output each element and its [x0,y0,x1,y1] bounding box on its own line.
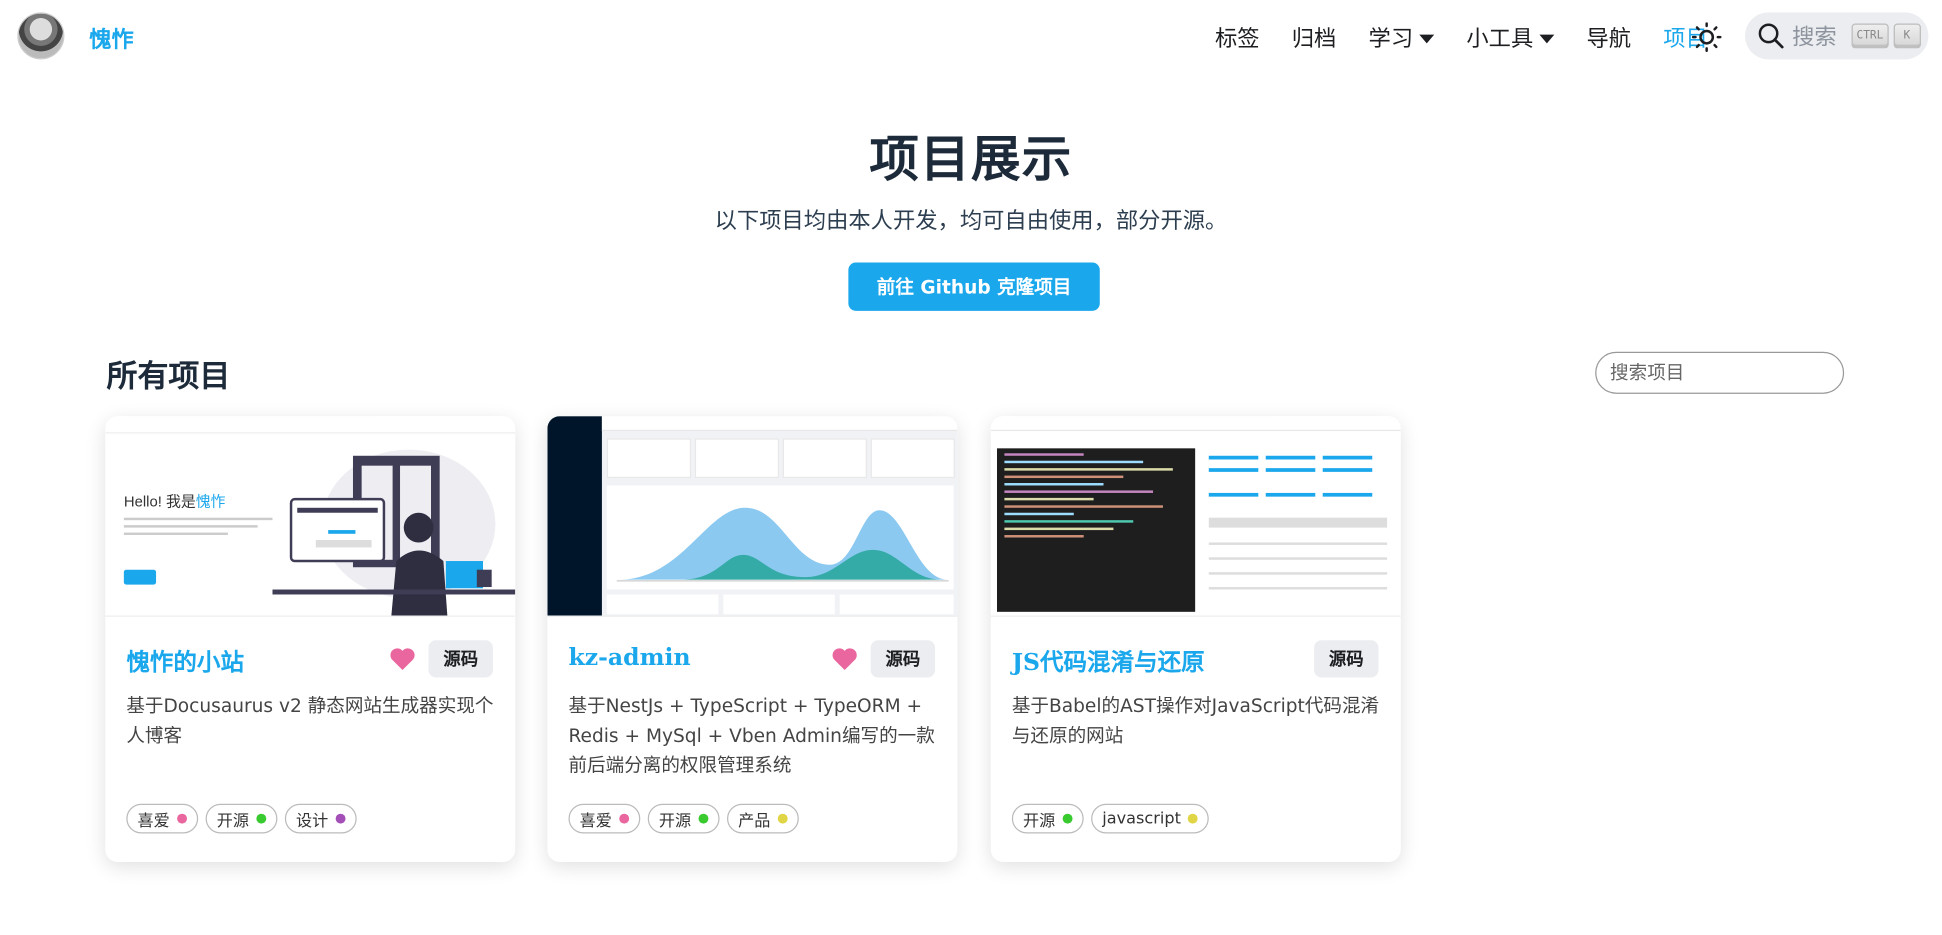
nav-item-study[interactable]: 学习 [1352,21,1450,53]
kbd-ctrl: CTRL [1851,23,1889,49]
project-card: Hello! 我是愧怍 愧怍的小站 源码 基于Docusaurus v2 静态网… [105,416,516,862]
nav-menu: 标签 归档 学习 小工具 导航 项目 [1199,0,1724,74]
source-code-button[interactable]: 源码 [870,640,936,678]
tag[interactable]: 开源 [1011,803,1084,834]
project-description: 基于Docusaurus v2 静态网站生成器实现个人博客 [126,694,494,747]
tag-label: 喜爱 [579,811,612,831]
nav-item-label: 学习 [1368,26,1414,53]
nav-item-label: 归档 [1291,26,1337,53]
preview-options-panel [1204,448,1392,611]
tag[interactable]: 设计 [284,803,357,834]
tag[interactable]: 喜爱 [126,803,199,834]
tag-dot [335,813,346,824]
preview-text-lines [123,517,273,540]
nav-item-tools[interactable]: 小工具 [1450,21,1570,53]
search-placeholder: 搜索 [1792,24,1837,51]
nav-item-archive[interactable]: 归档 [1276,21,1353,53]
tag-list: 喜爱 开源 产品 [568,803,799,834]
search-button[interactable]: 搜索 CTRL K [1745,12,1929,60]
project-title[interactable]: kz-admin [568,644,690,671]
page-subtitle: 以下项目均由本人开发，均可自由使用，部分开源。 [714,208,1228,235]
sun-icon [1691,22,1722,53]
tag-label: 喜爱 [137,811,170,831]
site-brand[interactable]: 愧怍 [89,22,134,54]
project-search-input[interactable] [1595,351,1845,394]
tag-dot [698,813,709,824]
preview-hello-name: 愧怍 [195,492,226,511]
preview-stat-card [606,438,692,479]
preview-stat-card [782,438,867,479]
preview-code-editor [996,448,1196,612]
preview-button [123,569,157,585]
preview-illustration [272,449,516,616]
tag-label: javascript [1102,809,1181,828]
tag-label: 设计 [296,811,329,831]
tag-label: 开源 [216,811,249,831]
project-preview-image[interactable]: Hello! 我是愧怍 [105,416,516,617]
nav-item-label: 小工具 [1466,26,1534,53]
project-title[interactable]: JS代码混淆与还原 [1012,644,1205,677]
tag-list: 开源 javascript [1011,803,1210,834]
preview-stat-card [870,438,955,479]
preview-tabs [990,416,1401,431]
search-icon [1758,23,1784,49]
tag-dot [619,813,630,824]
heart-icon [832,648,857,671]
theme-toggle-button[interactable] [1687,17,1727,57]
preview-chart [606,485,954,590]
page-title: 项目展示 [869,130,1073,189]
nav-item-navigation[interactable]: 导航 [1570,21,1647,53]
project-description: 基于Babel的AST操作对JavaScript代码混淆与还原的网站 [1011,694,1380,747]
heart-icon [390,648,415,671]
tag-label: 开源 [1023,811,1056,831]
section-title: 所有项目 [106,357,231,394]
preview-area-chart [616,507,949,582]
tag-list: 喜爱 开源 设计 [126,803,357,834]
preview-footer-card [839,594,954,615]
tag-dot [777,813,788,824]
tag-dot [1062,813,1073,824]
tag[interactable]: javascript [1091,803,1210,834]
preview-hello: Hello! 我是愧怍 [124,490,226,511]
avatar-logo[interactable] [17,12,65,60]
tag[interactable]: 开源 [647,803,720,834]
source-code-button[interactable]: 源码 [1314,640,1379,678]
tag[interactable]: 喜爱 [568,803,641,834]
kbd-k: K [1893,23,1921,49]
project-preview-image[interactable] [547,416,958,617]
project-preview-image[interactable] [990,416,1401,617]
tag[interactable]: 产品 [727,803,799,834]
nav-item-label: 标签 [1214,26,1260,53]
preview-stat-card [694,438,780,479]
caret-down-icon [1539,34,1555,43]
caret-down-icon [1419,34,1435,43]
preview-sidebar [547,416,602,616]
source-code-button[interactable]: 源码 [428,640,493,678]
tag-label: 产品 [738,811,771,831]
preview-options-lines [1208,455,1388,590]
tag-dot [177,813,188,824]
tag[interactable]: 开源 [205,803,278,834]
project-card: JS代码混淆与还原 源码 基于Babel的AST操作对JavaScript代码混… [990,416,1401,862]
preview-header [601,416,958,431]
project-description: 基于NestJs + TypeScript + TypeORM + Redis … [568,694,935,777]
preview-footer-card [723,594,835,615]
tag-label: 开源 [658,811,692,831]
tag-dot [1188,813,1199,824]
nav-item-tags[interactable]: 标签 [1199,21,1276,53]
tag-dot [256,813,267,824]
project-card: kz-admin 源码 基于NestJs + TypeScript + Type… [547,416,958,862]
navbar: 愧怍 标签 归档 学习 小工具 导航 项目 搜索 CTRL K [0,0,1942,74]
github-clone-button[interactable]: 前往 Github 克隆项目 [848,262,1100,311]
preview-hello-prefix: Hello! 我是 [123,492,196,511]
preview-footer-card [606,594,719,615]
nav-item-label: 导航 [1586,26,1632,53]
project-title[interactable]: 愧怍的小站 [126,644,244,677]
